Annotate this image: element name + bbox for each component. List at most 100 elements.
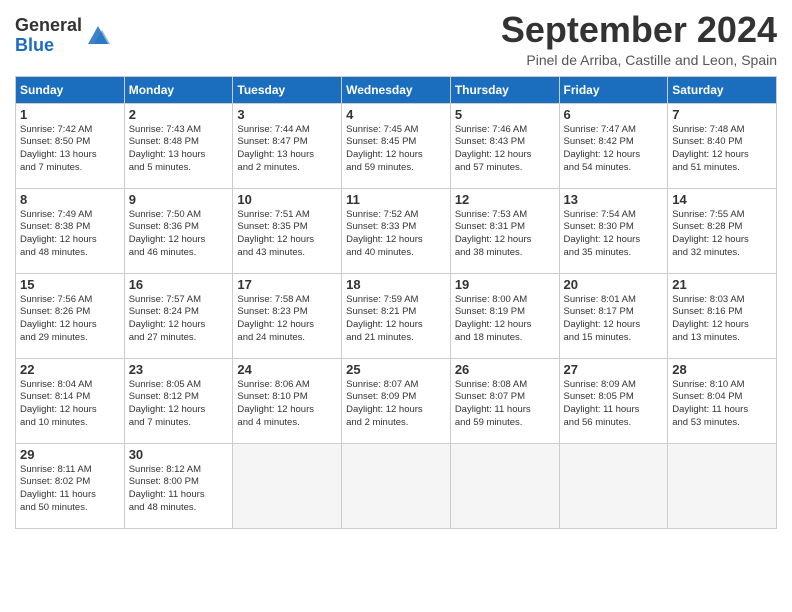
day-info: Sunrise: 7:51 AM Sunset: 8:35 PM Dayligh…: [237, 209, 337, 260]
calendar-cell: [559, 443, 668, 528]
day-info: Sunrise: 8:12 AM Sunset: 8:00 PM Dayligh…: [129, 464, 229, 515]
day-number: 25: [346, 362, 446, 377]
day-number: 22: [20, 362, 120, 377]
col-header-thursday: Thursday: [450, 76, 559, 103]
day-info: Sunrise: 8:11 AM Sunset: 8:02 PM Dayligh…: [20, 464, 120, 515]
calendar-cell: 20 Sunrise: 8:01 AM Sunset: 8:17 PM Dayli…: [559, 273, 668, 358]
calendar-cell: 30Sunrise: 8:12 AM Sunset: 8:00 PM Dayli…: [124, 443, 233, 528]
col-header-tuesday: Tuesday: [233, 76, 342, 103]
day-number: 28: [672, 362, 772, 377]
day-number: 11: [346, 192, 446, 207]
day-number: 9: [129, 192, 229, 207]
day-number: 14: [672, 192, 772, 207]
calendar-cell: 25 Sunrise: 8:07 AM Sunset: 8:09 PM Dayli…: [342, 358, 451, 443]
calendar-week-1: 1 Sunrise: 7:42 AM Sunset: 8:50 PM Daylig…: [16, 103, 777, 188]
calendar-cell: 1 Sunrise: 7:42 AM Sunset: 8:50 PM Daylig…: [16, 103, 125, 188]
day-number: 13: [564, 192, 664, 207]
calendar-cell: 29 Sunrise: 8:11 AM Sunset: 8:02 PM Dayli…: [16, 443, 125, 528]
day-info: Sunrise: 7:58 AM Sunset: 8:23 PM Dayligh…: [237, 294, 337, 345]
calendar-header-row: SundayMondayTuesdayWednesdayThursdayFrid…: [16, 76, 777, 103]
day-info: Sunrise: 7:52 AM Sunset: 8:33 PM Dayligh…: [346, 209, 446, 260]
day-number: 4: [346, 107, 446, 122]
day-info: Sunrise: 7:56 AM Sunset: 8:26 PM Dayligh…: [20, 294, 120, 345]
day-info: Sunrise: 8:10 AM Sunset: 8:04 PM Dayligh…: [672, 379, 772, 430]
calendar-cell: 23Sunrise: 8:05 AM Sunset: 8:12 PM Dayli…: [124, 358, 233, 443]
calendar-cell: 6 Sunrise: 7:47 AM Sunset: 8:42 PM Daylig…: [559, 103, 668, 188]
logo-icon: [84, 22, 112, 50]
day-info: Sunrise: 7:53 AM Sunset: 8:31 PM Dayligh…: [455, 209, 555, 260]
calendar-cell: 4 Sunrise: 7:45 AM Sunset: 8:45 PM Daylig…: [342, 103, 451, 188]
day-number: 29: [20, 447, 120, 462]
day-info: Sunrise: 7:48 AM Sunset: 8:40 PM Dayligh…: [672, 124, 772, 175]
day-info: Sunrise: 8:08 AM Sunset: 8:07 PM Dayligh…: [455, 379, 555, 430]
calendar-cell: 22 Sunrise: 8:04 AM Sunset: 8:14 PM Dayli…: [16, 358, 125, 443]
day-info: Sunrise: 8:03 AM Sunset: 8:16 PM Dayligh…: [672, 294, 772, 345]
day-info: Sunrise: 7:42 AM Sunset: 8:50 PM Dayligh…: [20, 124, 120, 175]
calendar-cell: 12Sunrise: 7:53 AM Sunset: 8:31 PM Dayli…: [450, 188, 559, 273]
day-number: 10: [237, 192, 337, 207]
day-number: 7: [672, 107, 772, 122]
day-info: Sunrise: 7:57 AM Sunset: 8:24 PM Dayligh…: [129, 294, 229, 345]
day-number: 27: [564, 362, 664, 377]
day-number: 19: [455, 277, 555, 292]
logo-blue: Blue: [15, 35, 54, 55]
calendar-cell: 9 Sunrise: 7:50 AM Sunset: 8:36 PM Daylig…: [124, 188, 233, 273]
day-number: 3: [237, 107, 337, 122]
calendar-cell: 24 Sunrise: 8:06 AM Sunset: 8:10 PM Dayli…: [233, 358, 342, 443]
calendar-cell: 27Sunrise: 8:09 AM Sunset: 8:05 PM Dayli…: [559, 358, 668, 443]
col-header-wednesday: Wednesday: [342, 76, 451, 103]
calendar-cell: 3Sunrise: 7:44 AM Sunset: 8:47 PM Daylig…: [233, 103, 342, 188]
day-info: Sunrise: 7:55 AM Sunset: 8:28 PM Dayligh…: [672, 209, 772, 260]
calendar-cell: 19 Sunrise: 8:00 AM Sunset: 8:19 PM Dayli…: [450, 273, 559, 358]
location-subtitle: Pinel de Arriba, Castille and Leon, Spai…: [501, 52, 777, 68]
day-info: Sunrise: 8:07 AM Sunset: 8:09 PM Dayligh…: [346, 379, 446, 430]
day-number: 26: [455, 362, 555, 377]
calendar-cell: 15 Sunrise: 7:56 AM Sunset: 8:26 PM Dayli…: [16, 273, 125, 358]
day-info: Sunrise: 8:05 AM Sunset: 8:12 PM Dayligh…: [129, 379, 229, 430]
day-number: 2: [129, 107, 229, 122]
day-info: Sunrise: 7:50 AM Sunset: 8:36 PM Dayligh…: [129, 209, 229, 260]
day-info: Sunrise: 7:49 AM Sunset: 8:38 PM Dayligh…: [20, 209, 120, 260]
day-number: 20: [564, 277, 664, 292]
day-number: 17: [237, 277, 337, 292]
calendar-week-4: 22 Sunrise: 8:04 AM Sunset: 8:14 PM Dayli…: [16, 358, 777, 443]
title-area: September 2024 Pinel de Arriba, Castille…: [501, 10, 777, 68]
day-number: 6: [564, 107, 664, 122]
logo: General Blue: [15, 16, 112, 56]
calendar-cell: 26 Sunrise: 8:08 AM Sunset: 8:07 PM Dayli…: [450, 358, 559, 443]
day-info: Sunrise: 7:47 AM Sunset: 8:42 PM Dayligh…: [564, 124, 664, 175]
calendar-cell: [342, 443, 451, 528]
day-info: Sunrise: 7:59 AM Sunset: 8:21 PM Dayligh…: [346, 294, 446, 345]
day-info: Sunrise: 8:04 AM Sunset: 8:14 PM Dayligh…: [20, 379, 120, 430]
day-number: 16: [129, 277, 229, 292]
day-info: Sunrise: 7:54 AM Sunset: 8:30 PM Dayligh…: [564, 209, 664, 260]
calendar-cell: 16 Sunrise: 7:57 AM Sunset: 8:24 PM Dayli…: [124, 273, 233, 358]
col-header-sunday: Sunday: [16, 76, 125, 103]
day-info: Sunrise: 7:46 AM Sunset: 8:43 PM Dayligh…: [455, 124, 555, 175]
calendar-cell: [233, 443, 342, 528]
day-number: 24: [237, 362, 337, 377]
day-info: Sunrise: 7:45 AM Sunset: 8:45 PM Dayligh…: [346, 124, 446, 175]
day-number: 21: [672, 277, 772, 292]
day-number: 15: [20, 277, 120, 292]
calendar-cell: 2 Sunrise: 7:43 AM Sunset: 8:48 PM Daylig…: [124, 103, 233, 188]
day-number: 18: [346, 277, 446, 292]
day-info: Sunrise: 8:00 AM Sunset: 8:19 PM Dayligh…: [455, 294, 555, 345]
calendar-cell: [450, 443, 559, 528]
calendar-cell: 28 Sunrise: 8:10 AM Sunset: 8:04 PM Dayli…: [668, 358, 777, 443]
col-header-friday: Friday: [559, 76, 668, 103]
col-header-monday: Monday: [124, 76, 233, 103]
calendar-week-3: 15 Sunrise: 7:56 AM Sunset: 8:26 PM Dayli…: [16, 273, 777, 358]
day-number: 8: [20, 192, 120, 207]
day-info: Sunrise: 8:06 AM Sunset: 8:10 PM Dayligh…: [237, 379, 337, 430]
day-number: 1: [20, 107, 120, 122]
day-info: Sunrise: 8:01 AM Sunset: 8:17 PM Dayligh…: [564, 294, 664, 345]
calendar-week-5: 29 Sunrise: 8:11 AM Sunset: 8:02 PM Dayli…: [16, 443, 777, 528]
calendar-table: SundayMondayTuesdayWednesdayThursdayFrid…: [15, 76, 777, 529]
calendar-cell: [668, 443, 777, 528]
calendar-cell: 11 Sunrise: 7:52 AM Sunset: 8:33 PM Dayli…: [342, 188, 451, 273]
day-info: Sunrise: 7:43 AM Sunset: 8:48 PM Dayligh…: [129, 124, 229, 175]
calendar-cell: 5Sunrise: 7:46 AM Sunset: 8:43 PM Daylig…: [450, 103, 559, 188]
header: General Blue September 2024 Pinel de Arr…: [15, 10, 777, 68]
calendar-cell: 18 Sunrise: 7:59 AM Sunset: 8:21 PM Dayli…: [342, 273, 451, 358]
